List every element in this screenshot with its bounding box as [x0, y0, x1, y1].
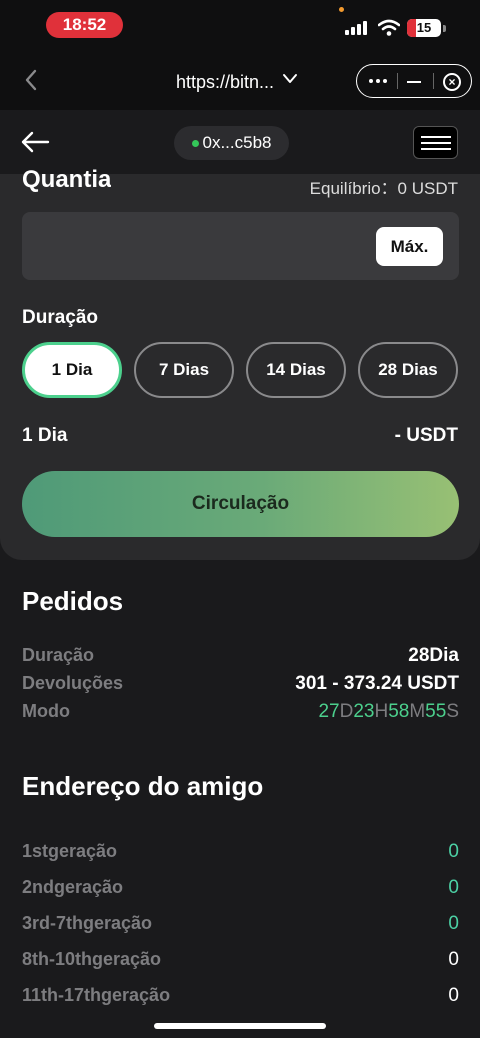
- order-mode-row: Modo 27D23H58M55S: [22, 701, 459, 727]
- max-button[interactable]: Máx.: [376, 227, 443, 266]
- circulation-button[interactable]: Circulação: [22, 471, 459, 537]
- duration-option-28[interactable]: 28 Dias: [358, 342, 458, 398]
- friend-gen-row: 1stgeração 0: [22, 841, 459, 867]
- countdown-m-unit: M: [409, 701, 426, 722]
- friend-gen-value: 0: [448, 985, 459, 1006]
- balance-text: Equilíbrio：0 USDT: [309, 179, 458, 198]
- menu-icon[interactable]: [413, 126, 458, 159]
- arrow-left-icon[interactable]: [20, 130, 50, 154]
- duration-option-1[interactable]: 1 Dia: [22, 342, 122, 398]
- friend-gen-label: 3rd-7thgeração: [22, 913, 153, 933]
- countdown-seconds: 55: [425, 701, 447, 722]
- browser-bar: https://bitn... ×: [0, 50, 480, 110]
- miniapp-capsule: ×: [356, 64, 472, 98]
- close-icon[interactable]: ×: [443, 73, 461, 91]
- connected-dot: [191, 139, 199, 147]
- friend-gen-value: 0: [448, 913, 459, 934]
- friend-gen-row: 3rd-7thgeração 0: [22, 913, 459, 939]
- countdown-h-unit: H: [374, 701, 389, 722]
- order-returns-value: 301 - 373.24 USDT: [295, 673, 459, 694]
- battery-icon: 15: [407, 19, 441, 37]
- countdown-timer: 27D23H58M55S: [318, 701, 459, 723]
- order-duration-label: Duração: [22, 645, 95, 665]
- countdown-d-unit: D: [339, 701, 354, 722]
- battery-level: 15: [416, 20, 432, 35]
- privacy-indicator-dot: [339, 7, 344, 12]
- home-indicator: [154, 1023, 326, 1029]
- estimated-amount: - USDT: [394, 425, 458, 446]
- order-duration-row: Duração 28Dia: [22, 645, 459, 671]
- divider: [433, 73, 434, 89]
- status-bar: 18:52 15: [0, 0, 480, 50]
- wallet-address-button[interactable]: 0x...c5b8: [174, 126, 289, 160]
- chevron-down-icon[interactable]: [282, 72, 298, 86]
- duration-label: Duração: [22, 307, 99, 328]
- stake-card: Quantia Equilíbrio：0 USDT Máx. Duração 1…: [0, 166, 480, 560]
- more-icon[interactable]: [367, 73, 389, 89]
- divider: [397, 73, 398, 89]
- friend-gen-label: 1stgeração: [22, 841, 118, 861]
- friend-gen-label: 11th-17thgeração: [22, 985, 171, 1005]
- orders-title: Pedidos: [22, 586, 124, 616]
- friend-gen-label: 8th-10thgeração: [22, 949, 162, 969]
- order-mode-label: Modo: [22, 701, 70, 721]
- countdown-minutes: 58: [388, 701, 410, 722]
- friend-gen-row: 11th-17thgeração 0: [22, 985, 459, 1011]
- signal-icon: [345, 21, 371, 35]
- duration-option-14[interactable]: 14 Dias: [246, 342, 346, 398]
- countdown-hours: 23: [353, 701, 375, 722]
- chevron-left-icon[interactable]: [20, 68, 44, 92]
- friend-gen-value: 0: [448, 949, 459, 970]
- order-returns-label: Devoluções: [22, 673, 124, 693]
- friend-gen-row: 2ndgeração 0: [22, 877, 459, 903]
- app-header: 0x...c5b8: [0, 110, 480, 174]
- duration-option-7[interactable]: 7 Dias: [134, 342, 234, 398]
- url-text[interactable]: https://bitn...: [176, 72, 274, 93]
- duration-options: 1 Dia 7 Dias 14 Dias 28 Dias: [22, 342, 459, 398]
- wifi-icon: [378, 19, 400, 36]
- selected-duration: 1 Dia: [22, 425, 68, 446]
- friend-gen-label: 2ndgeração: [22, 877, 124, 897]
- friends-title: Endereço do amigo: [22, 771, 264, 801]
- friend-gen-value: 0: [448, 841, 459, 862]
- amount-label: Quantia: [22, 166, 112, 193]
- minimize-icon[interactable]: [407, 81, 421, 83]
- order-returns-row: Devoluções 301 - 373.24 USDT: [22, 673, 459, 699]
- friend-gen-row: 8th-10thgeração 0: [22, 949, 459, 975]
- wallet-address: 0x...c5b8: [202, 133, 272, 152]
- order-duration-value: 28Dia: [408, 645, 459, 666]
- battery-tip: [443, 25, 446, 32]
- countdown-s-unit: S: [446, 701, 459, 722]
- friend-gen-value: 0: [448, 877, 459, 898]
- amount-input[interactable]: Máx.: [22, 212, 459, 280]
- countdown-days: 27: [318, 701, 340, 722]
- status-time: 18:52: [46, 12, 123, 38]
